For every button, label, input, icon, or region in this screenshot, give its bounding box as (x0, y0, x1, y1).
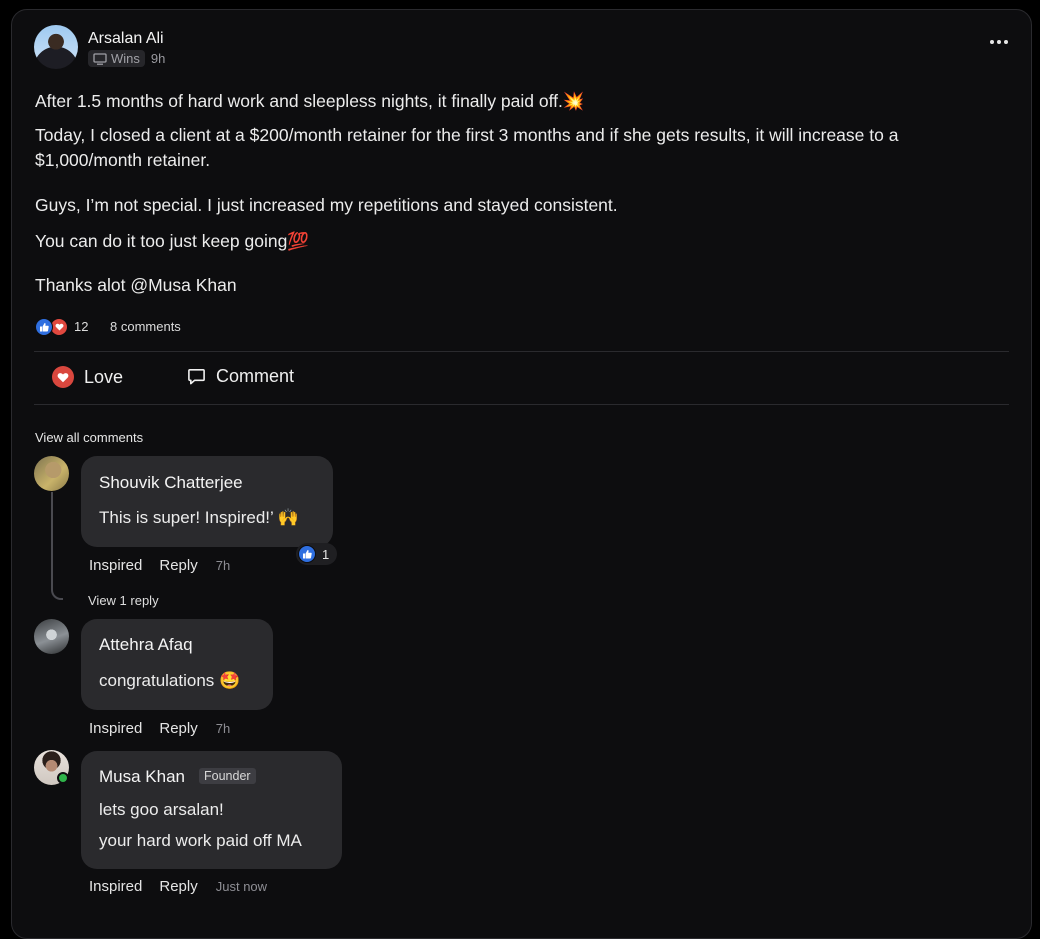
like-icon (298, 545, 316, 563)
comment-bubble: Shouvik Chatterjee This is super! Inspir… (81, 456, 333, 547)
comment-bubble: Attehra Afaq congratulations 🤩 (81, 619, 273, 710)
commenter-name[interactable]: Attehra Afaq (99, 635, 193, 655)
reaction-icons[interactable] (35, 318, 71, 336)
love-label: Love (84, 366, 124, 387)
comment-time: 7h (215, 721, 231, 736)
more-options-icon[interactable] (990, 40, 1008, 44)
comment-bubble: Musa Khan Founder lets goo arsalan! your … (81, 751, 342, 869)
post-text-line: You can do it too just keep going💯 (35, 231, 310, 251)
thread-connector (51, 492, 63, 600)
reply-button[interactable]: Reply (159, 878, 197, 895)
author-avatar[interactable] (34, 25, 78, 69)
inspired-button[interactable]: Inspired (89, 720, 142, 737)
love-button[interactable]: Love (52, 366, 123, 388)
view-all-comments-link[interactable]: View all comments (35, 430, 143, 445)
reply-button[interactable]: Reply (159, 720, 197, 737)
inspired-button[interactable]: Inspired (89, 878, 142, 895)
post-text-line: $1,000/month retainer. (35, 150, 211, 170)
comment-actions: Inspired Reply Just now (89, 878, 267, 895)
comment-label: Comment (216, 366, 295, 386)
inspired-button[interactable]: Inspired (89, 557, 142, 574)
reaction-count[interactable]: 12 (74, 319, 88, 334)
heart-icon (52, 366, 74, 388)
post-text-line: Guys, I’m not special. I just increased … (35, 195, 618, 215)
comment-button[interactable]: Comment (187, 366, 294, 387)
like-icon (35, 318, 53, 336)
post-text-line: After 1.5 months of hard work and sleepl… (35, 91, 585, 111)
post-text-line: Thanks alot @Musa Khan (35, 275, 237, 295)
founder-badge: Founder (199, 768, 256, 784)
commenter-name[interactable]: Shouvik Chatterjee (99, 473, 243, 493)
comment-reaction-count: 1 (322, 546, 330, 562)
comment-text: lets goo arsalan! (99, 800, 224, 819)
comment-text: This is super! Inspired!’ 🙌 (99, 508, 300, 527)
monitor-icon (93, 52, 107, 65)
commenter-name[interactable]: Musa Khan Founder (99, 767, 256, 787)
post-text-line: Today, I closed a client at a $200/month… (35, 125, 899, 145)
online-status-indicator (57, 772, 69, 784)
comment-icon (188, 369, 205, 385)
comment-text: your hard work paid off MA (99, 831, 302, 850)
comment-text: congratulations 🤩 (99, 671, 241, 690)
commenter-avatar[interactable] (34, 619, 69, 654)
post-meta: Wins 9h (88, 50, 165, 67)
commenter-name-text: Musa Khan (99, 767, 185, 786)
comment-time: 7h (215, 558, 231, 573)
category-tag[interactable]: Wins (88, 50, 145, 67)
view-replies-link[interactable]: View 1 reply (88, 593, 159, 608)
commenter-avatar[interactable] (34, 456, 69, 491)
comment-reaction-badge[interactable]: 1 (296, 543, 338, 565)
comment-actions: Inspired Reply 7h (89, 720, 230, 737)
divider (34, 351, 1009, 352)
author-name[interactable]: Arsalan Ali (88, 30, 164, 48)
comment-actions: Inspired Reply 7h (89, 557, 230, 574)
divider (34, 404, 1009, 405)
category-label: Wins (111, 51, 140, 66)
reply-button[interactable]: Reply (159, 557, 197, 574)
comment-time: Just now (215, 879, 268, 894)
comments-count[interactable]: 8 comments (110, 319, 181, 334)
post-time: 9h (150, 51, 166, 66)
